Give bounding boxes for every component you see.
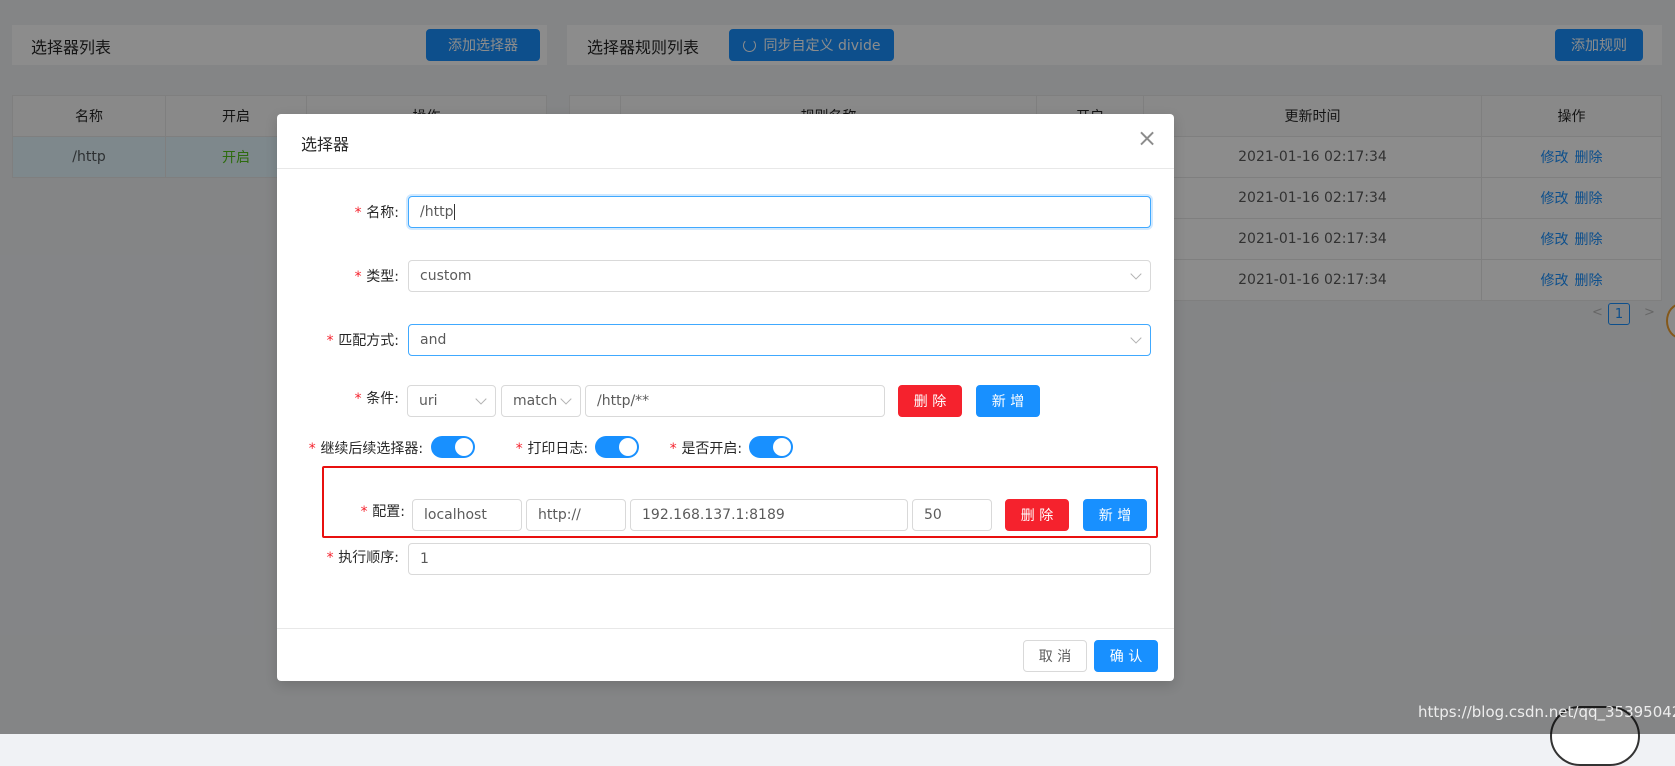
param-type-value: uri: [419, 393, 438, 409]
type-label: * 类型:: [277, 266, 399, 286]
modal-header: 选择器 ×: [277, 114, 1174, 169]
config-label-text: 配置:: [372, 504, 405, 520]
logged-label-text: 打印日志:: [527, 441, 589, 457]
selector-modal: 选择器 × * 名称: /http * 类型: custom * 匹配方式: and …: [277, 114, 1174, 681]
required-mark: *: [359, 504, 369, 520]
order-label: * 执行顺序:: [277, 547, 399, 567]
switch-knob: [773, 438, 791, 456]
operator-value: match: [513, 393, 558, 409]
required-mark: *: [308, 441, 317, 457]
required-mark: *: [669, 441, 678, 457]
condition-value-input[interactable]: /http/**: [585, 385, 885, 417]
match-mode-label-text: 匹配方式:: [338, 333, 399, 349]
config-protocol-value: http://: [538, 507, 581, 523]
required-mark: *: [325, 333, 335, 349]
required-mark: *: [353, 205, 363, 221]
confirm-button[interactable]: 确 认: [1094, 640, 1158, 672]
continued-label-text: 继续后续选择器:: [320, 441, 424, 457]
watermark-text: https://blog.csdn.net/qq_35395042: [1418, 703, 1675, 721]
condition-value: /http/**: [597, 393, 650, 409]
config-label: * 配置:: [277, 501, 405, 521]
match-mode-select-value: and: [420, 332, 447, 348]
switch-knob: [619, 438, 637, 456]
logged-label: * 打印日志:: [515, 438, 588, 458]
type-select-value: custom: [420, 268, 472, 284]
modal-footer: 取 消 确 认: [277, 628, 1174, 681]
match-mode-label: * 匹配方式:: [277, 330, 399, 350]
required-mark: *: [353, 391, 363, 407]
add-config-button[interactable]: 新 增: [1083, 499, 1147, 531]
config-weight-value: 50: [924, 507, 942, 523]
condition-label: * 条件:: [277, 388, 399, 408]
enabled-switch[interactable]: [749, 436, 793, 458]
name-input-value: /http: [420, 204, 454, 220]
required-mark: *: [515, 441, 524, 457]
order-input[interactable]: 1: [408, 543, 1151, 575]
config-weight-input[interactable]: 50: [912, 499, 992, 531]
config-protocol-input[interactable]: http://: [526, 499, 626, 531]
name-label: * 名称:: [277, 202, 399, 222]
continued-switch[interactable]: [431, 436, 475, 458]
delete-config-button[interactable]: 删 除: [1005, 499, 1069, 531]
config-host-input[interactable]: localhost: [412, 499, 522, 531]
logged-switch[interactable]: [595, 436, 639, 458]
condition-label-text: 条件:: [366, 391, 399, 407]
close-icon[interactable]: ×: [1137, 124, 1157, 152]
continued-label: * 继续后续选择器:: [308, 438, 423, 458]
chevron-down-icon: [475, 393, 487, 405]
order-input-value: 1: [420, 551, 429, 567]
add-condition-button[interactable]: 新 增: [976, 385, 1040, 417]
chevron-down-icon: [1130, 268, 1142, 280]
type-select[interactable]: custom: [408, 260, 1151, 292]
condition-param-type-select[interactable]: uri: [407, 385, 496, 417]
delete-condition-button[interactable]: 删 除: [898, 385, 962, 417]
match-mode-select[interactable]: and: [408, 324, 1151, 356]
config-upstream-value: 192.168.137.1:8189: [642, 507, 785, 523]
condition-operator-select[interactable]: match: [501, 385, 581, 417]
modal-title: 选择器: [301, 135, 350, 154]
type-label-text: 类型:: [366, 269, 399, 285]
config-upstream-input[interactable]: 192.168.137.1:8189: [630, 499, 908, 531]
required-mark: *: [353, 269, 363, 285]
required-mark: *: [325, 550, 335, 566]
text-caret: [454, 204, 456, 220]
name-input[interactable]: /http: [408, 196, 1151, 228]
chevron-down-icon: [560, 393, 572, 405]
enabled-label: * 是否开启:: [669, 438, 742, 458]
name-label-text: 名称:: [366, 205, 399, 221]
order-label-text: 执行顺序:: [338, 550, 399, 566]
switch-knob: [455, 438, 473, 456]
config-host-value: localhost: [424, 507, 487, 523]
cancel-button[interactable]: 取 消: [1023, 640, 1087, 672]
enabled-label-text: 是否开启:: [681, 441, 743, 457]
chevron-down-icon: [1130, 332, 1142, 344]
